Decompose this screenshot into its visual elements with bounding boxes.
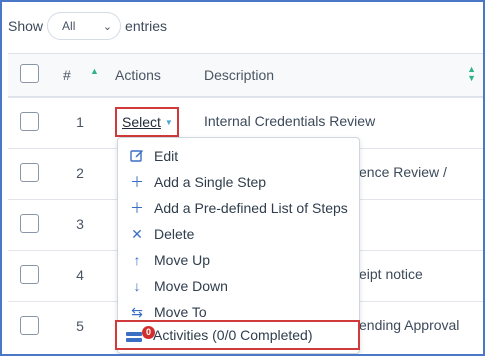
row-checkbox[interactable] [20, 214, 39, 233]
edit-icon [128, 148, 146, 165]
menu-item-move-up[interactable]: ↑ Move Up [118, 247, 359, 273]
menu-item-label: Add a Single Step [154, 174, 267, 190]
entries-select-value: All [62, 19, 76, 33]
plus-icon: ＋ [130, 174, 144, 190]
row-checkbox[interactable] [20, 316, 39, 335]
row-number: 5 [76, 318, 84, 334]
close-icon: ✕ [131, 225, 143, 242]
sort-asc-icon[interactable]: ▲ [90, 66, 99, 76]
menu-item-activities[interactable]: 0 Activities (0/0 Completed) [115, 320, 360, 350]
menu-item-label: Move To [154, 304, 207, 320]
row-description: ence Review / [359, 164, 447, 180]
arrow-up-icon: ↑ [133, 252, 141, 268]
table-header-row: # ▲ Actions Description ▲ ▼ [8, 53, 483, 97]
row-number: 2 [76, 165, 84, 181]
menu-item-move-down[interactable]: ↓ Move Down [118, 273, 359, 299]
menu-item-label: Activities (0/0 Completed) [153, 327, 313, 343]
activities-icon: 0 [126, 326, 155, 343]
length-control: Show All ⌄ entries [8, 12, 167, 40]
plus-icon: ＋ [130, 200, 144, 216]
row-checkbox[interactable] [20, 112, 39, 131]
select-all-checkbox[interactable] [20, 64, 39, 83]
row-checkbox[interactable] [20, 163, 39, 182]
actions-dropdown-menu: Edit ＋ Add a Single Step ＋ Add a Pre-def… [115, 137, 360, 354]
menu-item-label: Add a Pre-defined List of Steps [154, 200, 348, 216]
row-number: 4 [76, 267, 84, 283]
row-description: ending Approval [359, 317, 460, 333]
swap-arrows-icon: ⇆ [131, 303, 143, 320]
screenshot-frame: Show All ⌄ entries # ▲ Actions Descripti… [0, 0, 485, 356]
menu-item-delete[interactable]: ✕ Delete [118, 221, 359, 247]
arrow-down-icon: ↓ [133, 278, 141, 294]
row-number: 3 [76, 216, 84, 232]
row-description: eipt notice [359, 266, 423, 282]
menu-item-add-single-step[interactable]: ＋ Add a Single Step [118, 169, 359, 195]
entries-label: entries [125, 18, 168, 34]
caret-down-icon: ▼ [164, 117, 173, 127]
row-description: Internal Credentials Review [204, 113, 376, 129]
sort-both-icon[interactable]: ▲ ▼ [467, 65, 476, 83]
chevron-down-icon: ⌄ [102, 20, 113, 33]
activities-count-badge: 0 [142, 326, 155, 339]
row-checkbox[interactable] [20, 265, 39, 284]
select-actions-dropdown[interactable]: Select ▼ [115, 107, 179, 137]
header-actions: Actions [115, 67, 161, 83]
menu-item-label: Move Down [154, 278, 228, 294]
header-number[interactable]: # [63, 67, 71, 83]
header-description[interactable]: Description [204, 67, 274, 83]
menu-item-add-predefined-steps[interactable]: ＋ Add a Pre-defined List of Steps [118, 195, 359, 221]
select-label: Select [122, 114, 161, 130]
entries-select[interactable]: All ⌄ [47, 12, 122, 40]
menu-item-label: Delete [154, 226, 195, 242]
menu-item-label: Edit [154, 148, 179, 164]
row-number: 1 [76, 114, 84, 130]
menu-item-edit[interactable]: Edit [118, 143, 359, 169]
menu-item-label: Move Up [154, 252, 211, 268]
show-label: Show [8, 18, 44, 34]
